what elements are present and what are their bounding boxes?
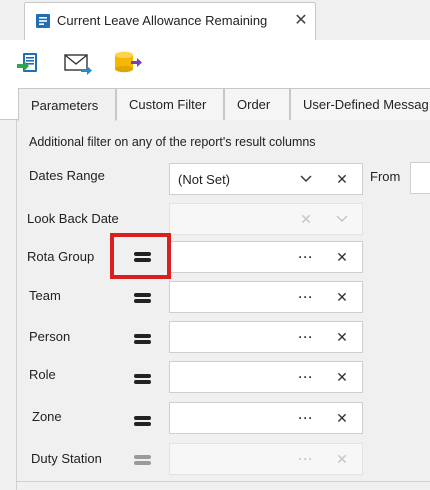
zone-label: Zone bbox=[32, 409, 62, 424]
document-tab-title: Current Leave Allowance Remaining bbox=[57, 13, 268, 28]
database-export-button[interactable] bbox=[112, 48, 144, 78]
email-button[interactable] bbox=[62, 48, 94, 78]
panel-bottom-border bbox=[16, 481, 430, 482]
ellipsis-icon[interactable]: ··· bbox=[296, 408, 316, 428]
clear-icon[interactable]: ✕ bbox=[332, 287, 352, 307]
export-icon bbox=[17, 53, 37, 72]
operator-icon[interactable] bbox=[133, 334, 153, 346]
export-button[interactable] bbox=[12, 48, 44, 78]
database-export-icon bbox=[115, 51, 142, 73]
chevron-down-icon bbox=[332, 209, 352, 229]
dates-range-label: Dates Range bbox=[29, 168, 105, 183]
from-date-input[interactable] bbox=[410, 162, 430, 194]
tab-order[interactable]: Order bbox=[224, 88, 290, 120]
rota-group-input[interactable]: ··· ✕ bbox=[169, 241, 363, 273]
operator-icon bbox=[133, 455, 153, 467]
clear-icon[interactable]: ✕ bbox=[332, 327, 352, 347]
role-label: Role bbox=[29, 367, 56, 382]
operator-icon[interactable] bbox=[133, 293, 153, 305]
role-input[interactable]: ··· ✕ bbox=[169, 361, 363, 393]
person-label: Person bbox=[29, 329, 71, 344]
look-back-date-label: Look Back Date bbox=[27, 211, 119, 226]
ellipsis-icon: ··· bbox=[298, 452, 314, 466]
close-icon[interactable]: ✕ bbox=[292, 10, 310, 30]
zone-input[interactable]: ··· ✕ bbox=[169, 402, 363, 434]
ellipsis-icon[interactable]: ··· bbox=[296, 287, 316, 307]
clear-icon[interactable]: ✕ bbox=[332, 169, 352, 189]
team-input[interactable]: ··· ✕ bbox=[169, 281, 363, 313]
document-tabstrip: Current Leave Allowance Remaining ✕ bbox=[0, 0, 430, 40]
tab-custom-filter[interactable]: Custom Filter bbox=[116, 88, 224, 120]
report-tabs: Parameters Custom Filter Order User-Defi… bbox=[0, 84, 430, 121]
toolbar bbox=[0, 40, 430, 84]
filter-description: Additional filter on any of the report's… bbox=[29, 135, 316, 149]
ellipsis-icon[interactable]: ··· bbox=[296, 327, 316, 347]
from-label: From bbox=[370, 169, 401, 184]
report-icon bbox=[36, 14, 50, 28]
panel-border bbox=[16, 120, 17, 490]
duty-station-input: ··· ✕ bbox=[169, 443, 363, 475]
ellipsis-icon[interactable]: ··· bbox=[296, 247, 316, 267]
dates-range-select[interactable]: (Not Set) ✕ bbox=[169, 163, 363, 195]
clear-icon: ✕ bbox=[336, 450, 348, 467]
ellipsis-icon[interactable]: ··· bbox=[296, 367, 316, 387]
duty-station-label: Duty Station bbox=[31, 451, 102, 466]
team-label: Team bbox=[29, 288, 61, 303]
clear-icon: ✕ bbox=[300, 210, 312, 227]
rota-group-label: Rota Group bbox=[27, 249, 95, 264]
document-tab[interactable]: Current Leave Allowance Remaining ✕ bbox=[24, 2, 316, 40]
person-input[interactable]: ··· ✕ bbox=[169, 321, 363, 353]
parameters-panel: Additional filter on any of the report's… bbox=[0, 120, 430, 490]
email-icon bbox=[64, 54, 92, 75]
chevron-down-icon[interactable] bbox=[296, 169, 316, 189]
clear-icon[interactable]: ✕ bbox=[332, 247, 352, 267]
operator-icon[interactable] bbox=[133, 416, 153, 428]
clear-icon[interactable]: ✕ bbox=[332, 367, 352, 387]
tab-user-defined-messages[interactable]: User-Defined Messag bbox=[290, 88, 430, 120]
operator-icon[interactable] bbox=[133, 374, 153, 386]
clear-icon[interactable]: ✕ bbox=[332, 408, 352, 428]
look-back-date-input: ✕ bbox=[169, 203, 363, 235]
operator-icon[interactable] bbox=[133, 252, 153, 264]
tab-parameters[interactable]: Parameters bbox=[18, 88, 116, 121]
dates-range-value: (Not Set) bbox=[178, 172, 231, 187]
